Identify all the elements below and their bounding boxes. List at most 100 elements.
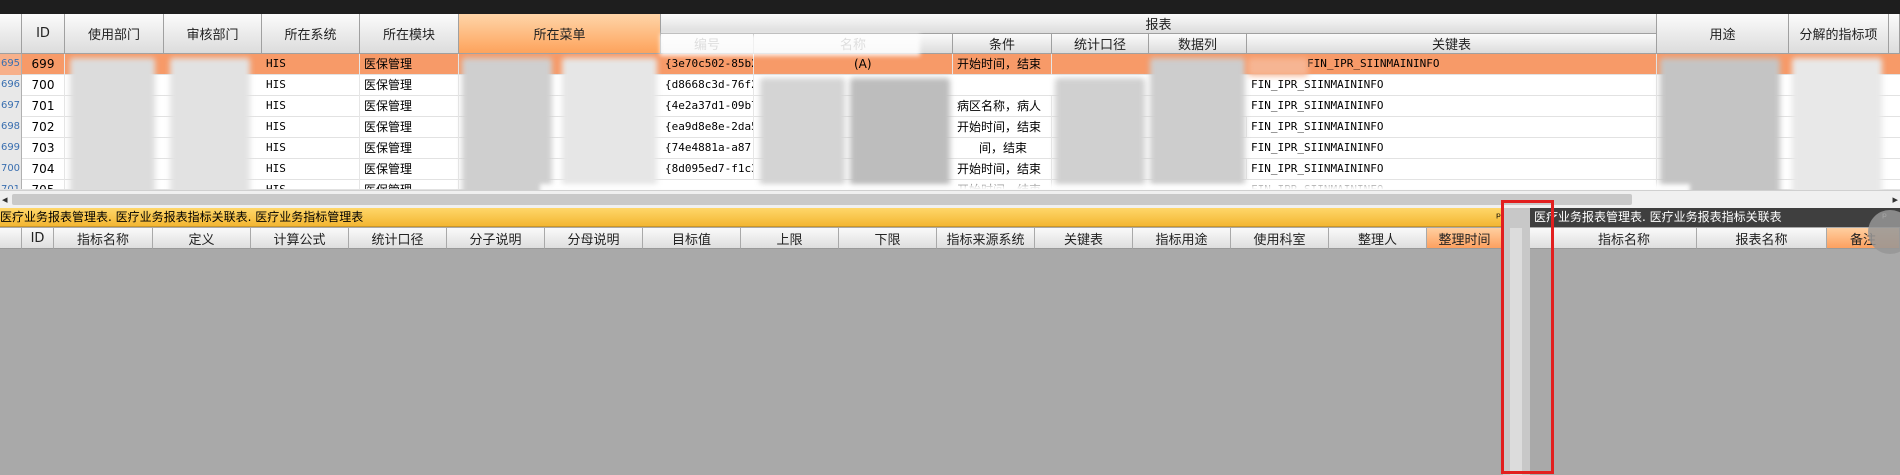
column-header-usage[interactable]: 用途	[1657, 14, 1789, 54]
redacted-region	[462, 58, 552, 196]
horizontal-scrollbar[interactable]: ◂ ▸	[0, 190, 1900, 208]
cell-keytable[interactable]: FIN_IPR_SIINMAININFO	[1247, 96, 1657, 117]
panel-title: 医疗业务报表管理表. 医疗业务报表指标关联表	[1534, 210, 1782, 224]
cell-condition[interactable]: 间，结束	[953, 138, 1052, 159]
cell-system[interactable]: HIS	[262, 117, 360, 138]
column-header-keytable[interactable]: 关键表	[1247, 34, 1657, 54]
table-row[interactable]: 700 704 HIS 医保管理 {8d095ed7-f1c3 开始时间，结束 …	[0, 159, 1900, 180]
table-row[interactable]: 698 702 HIS 医保管理 {ea9d8e8e-2da5 开始时间，结束 …	[0, 117, 1900, 138]
row-number[interactable]: 697	[0, 96, 22, 117]
cell-module[interactable]: 医保管理	[360, 75, 459, 96]
cell-id[interactable]: 703	[22, 138, 65, 159]
cell-condition[interactable]: 开始时间，结束	[953, 117, 1052, 138]
cell-code[interactable]: {ea9d8e8e-2da5	[661, 117, 754, 138]
column-header-purpose[interactable]: 指标用途	[1133, 228, 1231, 249]
scrollbar-thumb[interactable]	[12, 194, 1632, 205]
cell-condition[interactable]: 病区名称，病人	[953, 96, 1052, 117]
cell-name[interactable]: (A)	[850, 54, 953, 75]
column-header-id[interactable]: ID	[22, 14, 65, 54]
cell-condition[interactable]: 开始时间，结束	[953, 159, 1052, 180]
cell-system[interactable]: HIS	[262, 96, 360, 117]
cell-code[interactable]: {d8668c3d-76f2	[661, 75, 754, 96]
column-header-id[interactable]: ID	[22, 228, 54, 249]
cell-id[interactable]: 702	[22, 117, 65, 138]
cell-module[interactable]: 医保管理	[360, 117, 459, 138]
column-header-lower[interactable]: 下限	[839, 228, 937, 249]
cell-system[interactable]: HIS	[262, 180, 360, 189]
column-header-dept[interactable]: 使用部门	[65, 14, 164, 54]
column-header-datacol[interactable]: 数据列	[1149, 34, 1247, 54]
column-header-definition[interactable]: 定义	[153, 228, 251, 249]
redacted-region	[660, 34, 920, 56]
cell-keytable[interactable]: FIN_IPR_SIINMAININFO	[1247, 117, 1657, 138]
cell-id[interactable]: 701	[22, 96, 65, 117]
table-row[interactable]: 697 701 HIS 医保管理 {4e2a37d1-09b7 病区名称，病人 …	[0, 96, 1900, 117]
table-row[interactable]: 696 700 HIS 医保管理 {d8668c3d-76f2 FIN_IPR_…	[0, 75, 1900, 96]
table-row[interactable]: 699 703 HIS 医保管理 {74e4881a-a87 间，结束 FIN_…	[0, 138, 1900, 159]
cell-keytable[interactable]: FIN_IPR_SIINMAININFO	[1247, 54, 1657, 75]
panel-title-bar-left[interactable]: 医疗业务报表管理表. 医疗业务报表指标关联表. 医疗业务指标管理表 ᵖ ✕	[0, 208, 1527, 227]
column-header-menu[interactable]: 所在菜单	[459, 14, 661, 54]
scroll-right-icon[interactable]: ▸	[1892, 193, 1898, 206]
cell-code[interactable]: {4e2a37d1-09b7	[661, 96, 754, 117]
column-header-dept[interactable]: 使用科室	[1231, 228, 1329, 249]
cell-module[interactable]: 医保管理	[360, 159, 459, 180]
cell-id[interactable]: 699	[22, 54, 65, 75]
cell-code[interactable]: {8d095ed7-f1c3	[661, 159, 754, 180]
cell-system[interactable]: HIS	[262, 138, 360, 159]
column-header-breakdown[interactable]: 分解的指标项	[1789, 14, 1889, 54]
table-row[interactable]: 695 699 HIS 医保管理 {3e70c502-85b2 (A) 开始时间…	[0, 54, 1900, 75]
column-header-organize-time[interactable]: 整理时间	[1427, 228, 1503, 249]
cell-code[interactable]: {74e4881a-a87	[661, 138, 754, 159]
cell-keytable[interactable]: FIN_IPR_SIINMAININFO	[1247, 75, 1657, 96]
column-header-denominator[interactable]: 分母说明	[545, 228, 643, 249]
cell-system[interactable]: HIS	[262, 54, 360, 75]
panel-title-bar-right[interactable]: 医疗业务报表管理表. 医疗业务报表指标关联表 ᵖ	[1530, 208, 1900, 227]
column-header-indicator-name[interactable]: 指标名称	[54, 228, 153, 249]
column-header-report-name[interactable]: 报表名称	[1697, 228, 1827, 249]
cell-code[interactable]: {3e70c502-85b2	[661, 54, 754, 75]
panel-title: 医疗业务报表管理表. 医疗业务报表指标关联表. 医疗业务指标管理表	[0, 210, 364, 224]
column-header-source-system[interactable]: 指标来源系统	[937, 228, 1035, 249]
column-header-upper[interactable]: 上限	[741, 228, 839, 249]
redacted-region	[170, 58, 250, 196]
column-header-stat-scope[interactable]: 统计口径	[349, 228, 447, 249]
cell-system[interactable]: HIS	[262, 75, 360, 96]
row-number[interactable]: 700	[0, 159, 22, 180]
cell-condition[interactable]: 开始时间，结束	[953, 54, 1052, 75]
redacted-region	[562, 58, 657, 196]
column-header-review[interactable]: 审核部门	[164, 14, 262, 54]
column-header-indicator-name[interactable]: 指标名称	[1552, 228, 1697, 249]
column-header-target[interactable]: 目标值	[643, 228, 741, 249]
row-number[interactable]: 695	[0, 54, 22, 75]
column-group-report[interactable]: 报表	[661, 14, 1657, 34]
column-header-numerator[interactable]: 分子说明	[447, 228, 545, 249]
cell-module[interactable]: 医保管理	[360, 96, 459, 117]
column-header-module[interactable]: 所在模块	[360, 14, 459, 54]
redacted-region	[850, 78, 950, 193]
redacted-region	[1660, 58, 1780, 198]
column-header-stat[interactable]: 统计口径	[1052, 34, 1149, 54]
row-number[interactable]: 696	[0, 75, 22, 96]
scroll-left-icon[interactable]: ◂	[2, 193, 8, 206]
column-header-key-table[interactable]: 关键表	[1035, 228, 1133, 249]
cell-system[interactable]: HIS	[262, 159, 360, 180]
column-header-formula[interactable]: 计算公式	[251, 228, 349, 249]
column-header-organizer[interactable]: 整理人	[1329, 228, 1427, 249]
column-header-system[interactable]: 所在系统	[262, 14, 360, 54]
cell-module[interactable]: 医保管理	[360, 54, 459, 75]
row-header-corner[interactable]	[0, 14, 22, 54]
cell-keytable[interactable]: FIN_IPR_SIINMAININFO	[1247, 138, 1657, 159]
row-number[interactable]: 701	[0, 180, 22, 189]
row-header-corner[interactable]	[0, 228, 22, 249]
cell-id[interactable]: 700	[22, 75, 65, 96]
cell-keytable[interactable]: FIN_IPR_SIINMAININFO	[1247, 159, 1657, 180]
cell-id[interactable]: 705	[22, 180, 65, 189]
cell-id[interactable]: 704	[22, 159, 65, 180]
cell-module[interactable]: 医保管理	[360, 180, 459, 189]
row-number[interactable]: 699	[0, 138, 22, 159]
cell-module[interactable]: 医保管理	[360, 138, 459, 159]
column-header-condition[interactable]: 条件	[953, 34, 1052, 54]
main-report-grid[interactable]: ID 使用部门 审核部门 所在系统 所在模块 所在菜单 报表 编号 名称 条件 …	[0, 14, 1900, 208]
row-number[interactable]: 698	[0, 117, 22, 138]
